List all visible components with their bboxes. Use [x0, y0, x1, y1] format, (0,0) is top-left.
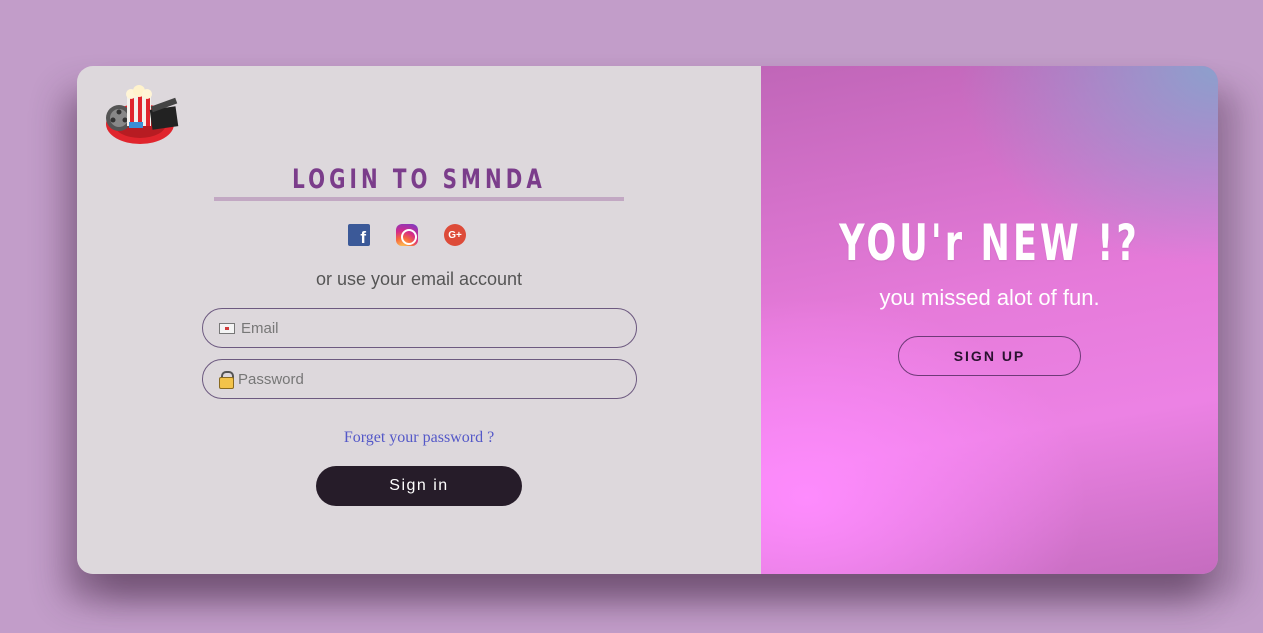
login-title: LOGIN TO SMNDA: [292, 164, 546, 195]
title-underline: [214, 197, 624, 201]
password-field-wrapper: [202, 359, 637, 399]
social-login-row: f G+: [348, 224, 466, 246]
login-card: LOGIN TO SMNDA f G+ or use your email ac…: [77, 66, 1218, 574]
email-input[interactable]: [241, 319, 621, 337]
instagram-icon[interactable]: [396, 224, 418, 246]
sign-up-button[interactable]: SIGN UP: [898, 336, 1081, 376]
promo-title: YOU'r NEW !?: [839, 214, 1140, 272]
email-field-wrapper: [202, 308, 637, 348]
cinema-logo-icon: [106, 85, 179, 144]
google-plus-icon[interactable]: G+: [444, 224, 466, 246]
login-panel: LOGIN TO SMNDA f G+ or use your email ac…: [77, 66, 761, 574]
signup-promo-panel: YOU'r NEW !? you missed alot of fun. SIG…: [761, 66, 1218, 574]
lock-icon: [219, 371, 234, 389]
forget-password-link[interactable]: Forget your password ?: [77, 429, 761, 447]
sign-in-button[interactable]: Sign in: [316, 466, 522, 506]
promo-subtitle: you missed alot of fun.: [879, 285, 1100, 310]
email-hint-text: or use your email account: [315, 269, 523, 289]
password-input[interactable]: [238, 370, 618, 388]
mail-icon: [219, 322, 235, 334]
facebook-icon[interactable]: f: [348, 224, 370, 246]
